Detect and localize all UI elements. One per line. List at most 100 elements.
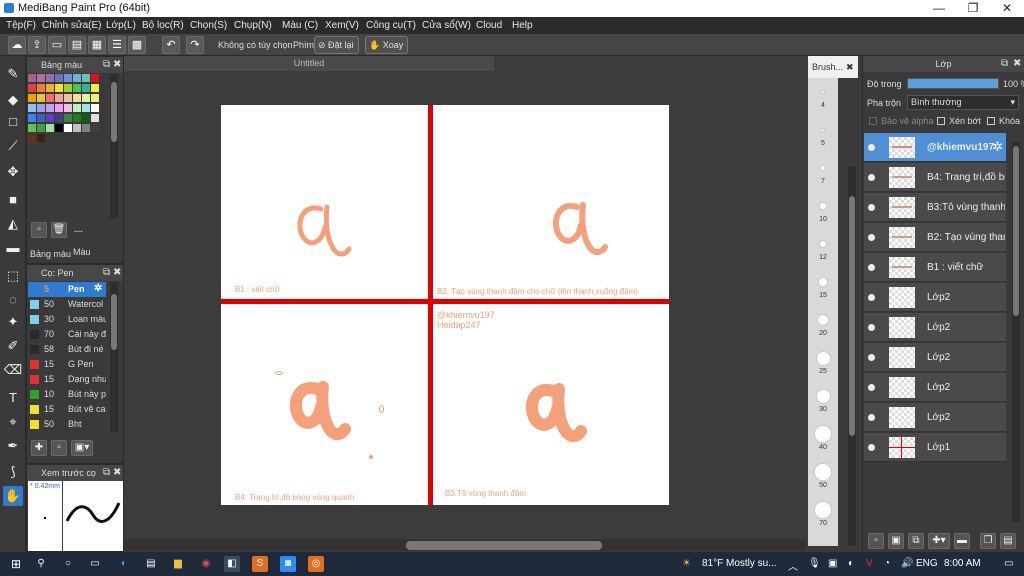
brush-size-dot[interactable] (819, 278, 827, 286)
color-swatch[interactable] (82, 74, 90, 82)
comment-icon[interactable]: ▭ (48, 36, 66, 54)
reset-button[interactable]: ⊘ Đặt lại (314, 36, 359, 54)
menu-capture[interactable]: Chụp(N) (234, 20, 272, 31)
color-swatch[interactable] (37, 124, 45, 132)
brush-item[interactable]: 15 Dạng nhu (28, 372, 106, 387)
dropper-tool-icon[interactable]: ⟆ (3, 462, 23, 482)
popout-icon[interactable]: ⧉ (103, 265, 110, 281)
new-layer-icon[interactable]: ▫ (868, 533, 884, 549)
menu-file[interactable]: Tệp(F) (6, 20, 36, 31)
color-swatch[interactable] (73, 84, 81, 92)
brush-menu-icon[interactable]: ▣▾ (71, 440, 93, 456)
menu-edit[interactable]: Chỉnh sửa(E) (42, 20, 102, 31)
layer-add-menu-icon[interactable]: ✚▾ (928, 533, 950, 549)
color-swatch[interactable] (37, 84, 45, 92)
color-swatch[interactable] (82, 104, 90, 112)
brush-size-dot[interactable] (820, 203, 826, 209)
layer-row[interactable]: B1 : viết chữ (864, 253, 1006, 282)
popout-icon[interactable]: ⧉ (103, 57, 110, 73)
volume-icon[interactable]: 🔊 (901, 558, 913, 569)
select-pen-tool-icon[interactable]: ✐ (3, 336, 23, 356)
panel-close-icon[interactable]: ✖ (846, 56, 854, 78)
copy-brush-icon[interactable]: ▫ (51, 440, 67, 456)
canvas-paper[interactable]: B1 : viết chữ B2: Tạo vùng thanh đậm cho… (221, 105, 669, 505)
windows-start-icon[interactable]: ⊞ (8, 556, 24, 572)
color-swatch[interactable] (46, 124, 54, 132)
maximize-button[interactable]: ❐ (956, 0, 990, 17)
blend-select[interactable]: Bình thường ▾ (907, 95, 1019, 110)
hscroll-thumb[interactable] (406, 541, 602, 550)
tab-palette[interactable]: Bảng màu (30, 249, 71, 259)
color-swatch[interactable] (46, 114, 54, 122)
menu-select[interactable]: Chọn(S) (190, 20, 227, 31)
color-swatch[interactable] (28, 124, 36, 132)
color-swatch[interactable] (55, 104, 63, 112)
select-rect-tool-icon[interactable]: ⬚ (3, 266, 23, 286)
opacity-slider[interactable] (907, 78, 999, 89)
visibility-eye-icon[interactable] (868, 324, 875, 331)
layer-row[interactable]: Lớp2 (864, 343, 1006, 372)
gradient-tool-icon[interactable]: ▬ (3, 238, 23, 258)
menu-filter[interactable]: Bộ lọc(R) (142, 20, 184, 31)
move-tool-icon[interactable]: ✥ (3, 162, 23, 182)
visibility-eye-icon[interactable] (868, 144, 875, 151)
widgets-icon[interactable]: ▭ (87, 556, 103, 572)
visibility-eye-icon[interactable] (868, 174, 875, 181)
cloud-icon[interactable]: ☁ (8, 36, 26, 54)
divide-tool-icon[interactable]: ⌖ (3, 412, 23, 432)
layer-row[interactable]: @khiemvu197 ✲ (864, 133, 1006, 162)
brush-item[interactable]: 70 Cái này đ (28, 327, 106, 342)
lock-checkbox[interactable] (987, 117, 995, 125)
tab-color[interactable]: Màu (73, 247, 91, 257)
color-swatch[interactable] (73, 114, 81, 122)
minimize-button[interactable]: — (922, 0, 956, 17)
brush-item[interactable]: 10 Bút này p (28, 387, 106, 402)
color-swatch[interactable] (37, 74, 45, 82)
color-swatch[interactable] (55, 84, 63, 92)
brush-scrollbar[interactable] (110, 282, 118, 432)
store-icon[interactable]: ▤ (143, 556, 159, 572)
color-swatch[interactable] (64, 124, 72, 132)
color-swatch[interactable] (55, 114, 63, 122)
layer-settings-gear-icon[interactable]: ✲ (992, 139, 1003, 155)
layer-row[interactable]: B2: Tạo vùng than (864, 223, 1006, 252)
grid-icon[interactable]: ▩ (128, 36, 146, 54)
brush-size-dot[interactable] (821, 166, 825, 170)
duplicate-icon[interactable]: ❐ (980, 533, 996, 549)
color-swatch[interactable] (73, 74, 81, 82)
color-swatch[interactable] (46, 74, 54, 82)
color-swatch[interactable] (46, 84, 54, 92)
new-halftone-layer-icon[interactable]: ▣ (888, 533, 904, 549)
visibility-eye-icon[interactable] (868, 414, 875, 421)
color-swatch[interactable] (73, 124, 81, 132)
color-swatch[interactable] (64, 114, 72, 122)
color-swatch[interactable] (55, 124, 63, 132)
chrome-icon[interactable]: ◉ (198, 556, 214, 572)
alpha-protect-checkbox[interactable] (869, 117, 877, 125)
brush-size-dot[interactable] (816, 389, 830, 403)
color-swatch[interactable] (73, 94, 81, 102)
add-brush-icon[interactable]: ✚ (31, 440, 47, 456)
undo-icon[interactable]: ↶ (162, 36, 180, 54)
notifications-icon[interactable]: ▭ (1004, 558, 1013, 569)
color-swatch[interactable] (37, 104, 45, 112)
color-swatch[interactable] (28, 94, 36, 102)
menu-cloud[interactable]: Cloud (476, 20, 502, 31)
color-swatch[interactable] (37, 94, 45, 102)
hand-tool-icon[interactable]: ✋ (3, 486, 23, 506)
menu-help[interactable]: Help (512, 20, 533, 31)
menu-tools[interactable]: Công cụ(T) (366, 20, 416, 31)
visibility-eye-icon[interactable] (868, 354, 875, 361)
menu-view[interactable]: Xem(V) (325, 20, 359, 31)
horizontal-scrollbar[interactable] (124, 539, 806, 551)
visibility-eye-icon[interactable] (868, 234, 875, 241)
color-swatch[interactable] (28, 74, 36, 82)
chat-icon[interactable]: ▤ (68, 36, 86, 54)
brush-size-dot[interactable] (817, 314, 829, 326)
menu-layer[interactable]: Lớp(L) (106, 20, 136, 31)
color-swatch[interactable] (91, 84, 99, 92)
search-icon[interactable]: ⚲ (33, 556, 49, 572)
brush-item[interactable]: 50 Bht (28, 417, 106, 432)
task-view-icon[interactable]: ○ (60, 556, 76, 572)
layer-row[interactable]: Lớp2 (864, 373, 1006, 402)
